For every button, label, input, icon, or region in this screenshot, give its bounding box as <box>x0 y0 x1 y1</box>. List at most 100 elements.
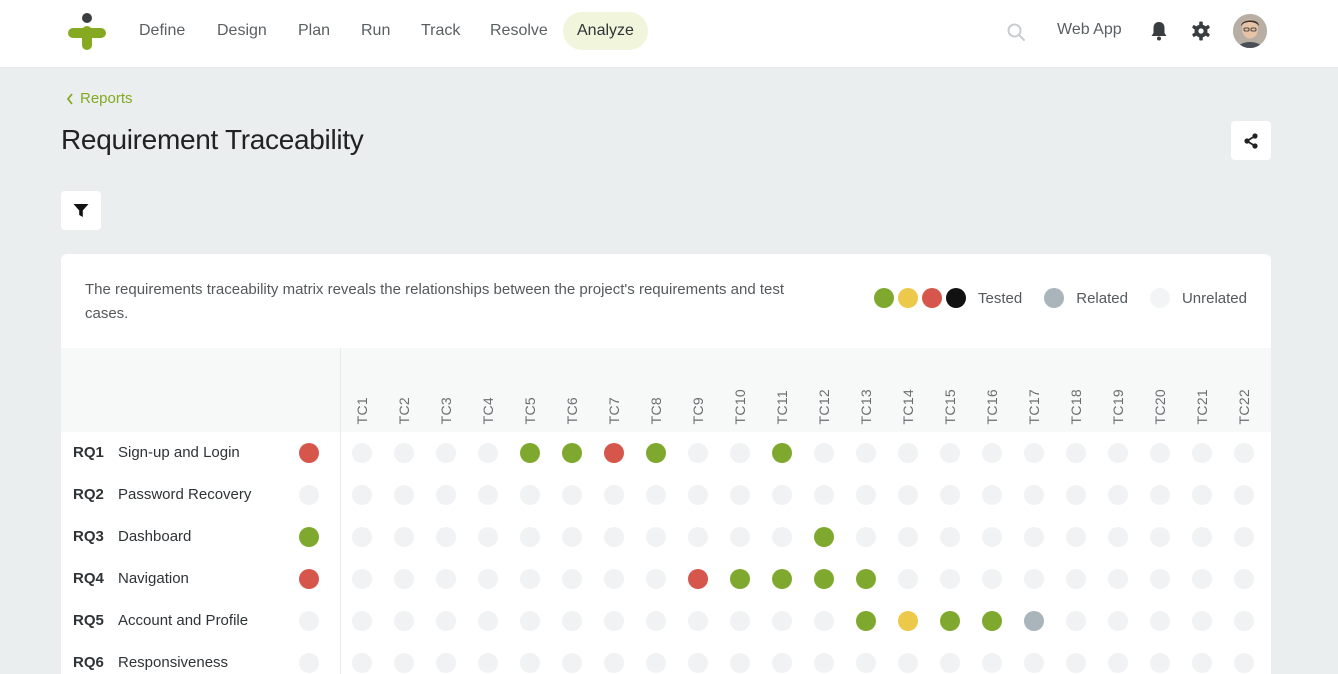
requirement-name[interactable]: Responsiveness <box>118 654 228 671</box>
matrix-cell-rq3-tc11[interactable] <box>772 527 792 547</box>
matrix-cell-rq6-tc18[interactable] <box>1066 653 1086 673</box>
matrix-cell-rq3-tc8[interactable] <box>646 527 666 547</box>
matrix-cell-rq3-tc20[interactable] <box>1150 527 1170 547</box>
matrix-cell-rq6-tc11[interactable] <box>772 653 792 673</box>
matrix-cell-rq5-tc12[interactable] <box>814 611 834 631</box>
matrix-cell-rq5-tc16[interactable] <box>982 611 1002 631</box>
matrix-cell-rq3-tc4[interactable] <box>478 527 498 547</box>
matrix-cell-rq4-tc20[interactable] <box>1150 569 1170 589</box>
matrix-cell-rq4-tc12[interactable] <box>814 569 834 589</box>
matrix-cell-rq5-tc15[interactable] <box>940 611 960 631</box>
matrix-cell-rq2-tc15[interactable] <box>940 485 960 505</box>
nav-run[interactable]: Run <box>347 12 404 50</box>
matrix-cell-rq6-tc17[interactable] <box>1024 653 1044 673</box>
requirement-status-dot[interactable] <box>299 443 319 463</box>
matrix-cell-rq4-tc1[interactable] <box>352 569 372 589</box>
matrix-cell-rq6-tc10[interactable] <box>730 653 750 673</box>
matrix-cell-rq1-tc19[interactable] <box>1108 443 1128 463</box>
nav-design[interactable]: Design <box>203 12 281 50</box>
matrix-cell-rq3-tc10[interactable] <box>730 527 750 547</box>
matrix-cell-rq1-tc20[interactable] <box>1150 443 1170 463</box>
matrix-cell-rq6-tc12[interactable] <box>814 653 834 673</box>
matrix-cell-rq2-tc9[interactable] <box>688 485 708 505</box>
matrix-cell-rq2-tc13[interactable] <box>856 485 876 505</box>
matrix-cell-rq2-tc7[interactable] <box>604 485 624 505</box>
matrix-cell-rq3-tc12[interactable] <box>814 527 834 547</box>
matrix-cell-rq5-tc7[interactable] <box>604 611 624 631</box>
matrix-cell-rq2-tc1[interactable] <box>352 485 372 505</box>
requirement-status-dot[interactable] <box>299 485 319 505</box>
matrix-cell-rq5-tc20[interactable] <box>1150 611 1170 631</box>
matrix-cell-rq1-tc7[interactable] <box>604 443 624 463</box>
matrix-cell-rq3-tc22[interactable] <box>1234 527 1254 547</box>
matrix-cell-rq6-tc14[interactable] <box>898 653 918 673</box>
matrix-cell-rq1-tc5[interactable] <box>520 443 540 463</box>
matrix-cell-rq6-tc22[interactable] <box>1234 653 1254 673</box>
matrix-cell-rq2-tc18[interactable] <box>1066 485 1086 505</box>
requirement-id[interactable]: RQ4 <box>73 570 104 587</box>
matrix-cell-rq3-tc13[interactable] <box>856 527 876 547</box>
user-avatar[interactable] <box>1233 14 1267 48</box>
matrix-cell-rq2-tc3[interactable] <box>436 485 456 505</box>
matrix-cell-rq3-tc1[interactable] <box>352 527 372 547</box>
matrix-cell-rq4-tc17[interactable] <box>1024 569 1044 589</box>
matrix-cell-rq6-tc20[interactable] <box>1150 653 1170 673</box>
matrix-cell-rq4-tc9[interactable] <box>688 569 708 589</box>
filter-button[interactable] <box>61 191 101 230</box>
matrix-cell-rq1-tc15[interactable] <box>940 443 960 463</box>
matrix-cell-rq6-tc3[interactable] <box>436 653 456 673</box>
matrix-cell-rq2-tc2[interactable] <box>394 485 414 505</box>
matrix-cell-rq5-tc2[interactable] <box>394 611 414 631</box>
matrix-cell-rq1-tc18[interactable] <box>1066 443 1086 463</box>
requirement-id[interactable]: RQ6 <box>73 654 104 671</box>
matrix-cell-rq6-tc19[interactable] <box>1108 653 1128 673</box>
matrix-cell-rq6-tc15[interactable] <box>940 653 960 673</box>
matrix-cell-rq4-tc8[interactable] <box>646 569 666 589</box>
matrix-cell-rq1-tc4[interactable] <box>478 443 498 463</box>
matrix-cell-rq6-tc13[interactable] <box>856 653 876 673</box>
matrix-cell-rq5-tc18[interactable] <box>1066 611 1086 631</box>
matrix-cell-rq1-tc11[interactable] <box>772 443 792 463</box>
matrix-cell-rq6-tc5[interactable] <box>520 653 540 673</box>
matrix-cell-rq3-tc19[interactable] <box>1108 527 1128 547</box>
matrix-cell-rq1-tc1[interactable] <box>352 443 372 463</box>
matrix-cell-rq3-tc5[interactable] <box>520 527 540 547</box>
matrix-cell-rq6-tc21[interactable] <box>1192 653 1212 673</box>
matrix-cell-rq5-tc3[interactable] <box>436 611 456 631</box>
matrix-cell-rq4-tc19[interactable] <box>1108 569 1128 589</box>
matrix-cell-rq3-tc14[interactable] <box>898 527 918 547</box>
matrix-cell-rq1-tc3[interactable] <box>436 443 456 463</box>
matrix-cell-rq4-tc21[interactable] <box>1192 569 1212 589</box>
matrix-cell-rq4-tc3[interactable] <box>436 569 456 589</box>
matrix-cell-rq2-tc16[interactable] <box>982 485 1002 505</box>
matrix-cell-rq6-tc1[interactable] <box>352 653 372 673</box>
bell-icon[interactable] <box>1150 21 1168 41</box>
matrix-cell-rq3-tc16[interactable] <box>982 527 1002 547</box>
matrix-cell-rq1-tc22[interactable] <box>1234 443 1254 463</box>
requirement-name[interactable]: Dashboard <box>118 528 191 545</box>
matrix-cell-rq4-tc11[interactable] <box>772 569 792 589</box>
nav-plan[interactable]: Plan <box>284 12 344 50</box>
matrix-cell-rq3-tc17[interactable] <box>1024 527 1044 547</box>
matrix-cell-rq3-tc21[interactable] <box>1192 527 1212 547</box>
matrix-cell-rq1-tc16[interactable] <box>982 443 1002 463</box>
matrix-cell-rq2-tc20[interactable] <box>1150 485 1170 505</box>
matrix-cell-rq3-tc7[interactable] <box>604 527 624 547</box>
requirement-name[interactable]: Sign-up and Login <box>118 444 240 461</box>
nav-analyze[interactable]: Analyze <box>563 12 648 50</box>
requirement-status-dot[interactable] <box>299 527 319 547</box>
matrix-cell-rq2-tc21[interactable] <box>1192 485 1212 505</box>
matrix-cell-rq5-tc19[interactable] <box>1108 611 1128 631</box>
nav-resolve[interactable]: Resolve <box>476 12 562 50</box>
requirement-name[interactable]: Account and Profile <box>118 612 248 629</box>
matrix-cell-rq1-tc10[interactable] <box>730 443 750 463</box>
matrix-cell-rq5-tc8[interactable] <box>646 611 666 631</box>
matrix-cell-rq2-tc6[interactable] <box>562 485 582 505</box>
matrix-cell-rq1-tc21[interactable] <box>1192 443 1212 463</box>
matrix-cell-rq3-tc15[interactable] <box>940 527 960 547</box>
share-button[interactable] <box>1231 121 1271 160</box>
matrix-cell-rq5-tc4[interactable] <box>478 611 498 631</box>
matrix-cell-rq1-tc2[interactable] <box>394 443 414 463</box>
matrix-cell-rq5-tc21[interactable] <box>1192 611 1212 631</box>
matrix-cell-rq3-tc18[interactable] <box>1066 527 1086 547</box>
